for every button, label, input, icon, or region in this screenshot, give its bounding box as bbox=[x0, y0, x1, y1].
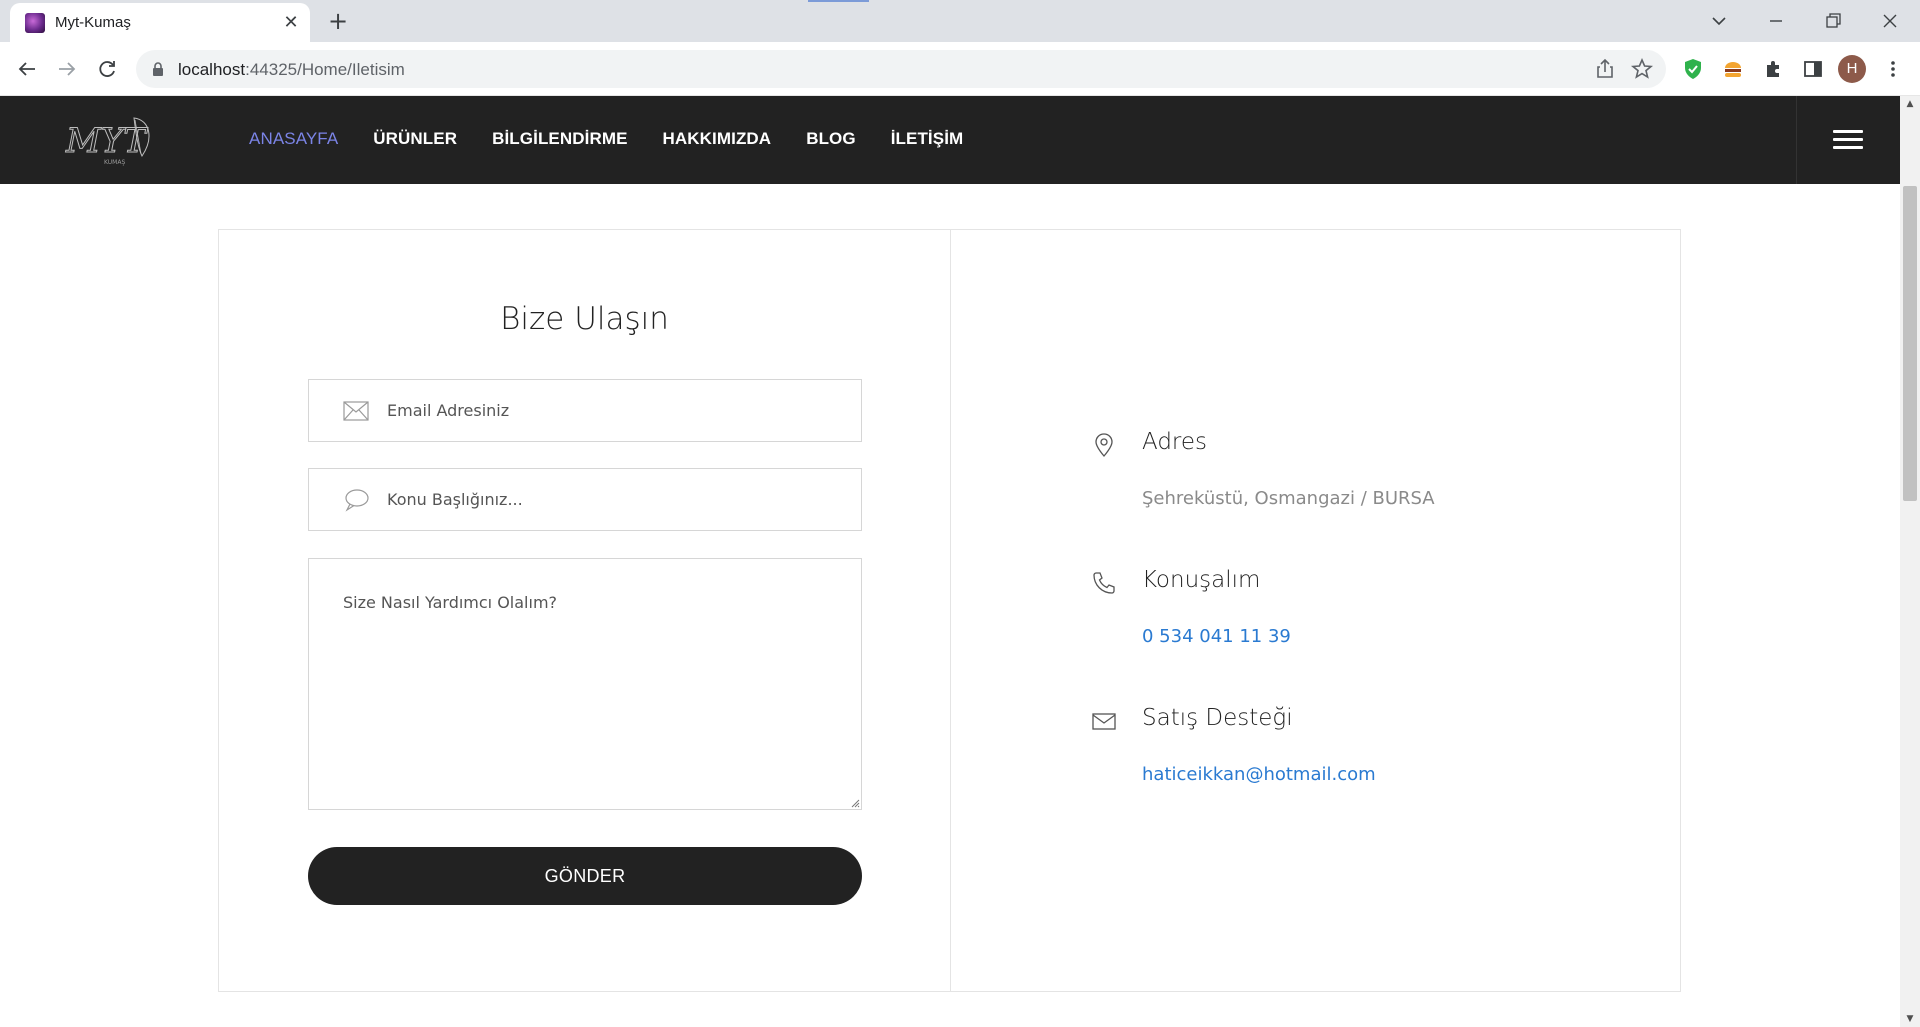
phone-title: Konuşalım bbox=[1142, 567, 1261, 593]
browser-toolbar: localhost:44325/Home/Iletisim H bbox=[0, 42, 1920, 96]
address-title: Adres bbox=[1142, 429, 1208, 455]
scroll-up-arrow-icon[interactable]: ▲ bbox=[1900, 96, 1920, 112]
email-field[interactable]: Email Adresiniz bbox=[308, 379, 862, 442]
restore-icon[interactable] bbox=[1818, 6, 1848, 36]
phone-icon bbox=[1093, 572, 1115, 594]
submit-button[interactable]: GÖNDER bbox=[308, 847, 862, 905]
site-favicon-icon bbox=[25, 13, 45, 33]
address-bar[interactable]: localhost:44325/Home/Iletisim bbox=[136, 50, 1666, 88]
address-value: Şehreküstü, Osmangazi / BURSA bbox=[1142, 488, 1435, 509]
subject-placeholder: Konu Başlığınız... bbox=[387, 490, 523, 509]
page-scrollbar[interactable]: ▲ ▼ bbox=[1900, 96, 1920, 1027]
main-nav: ANASAYFA ÜRÜNLER BİLGİLENDİRME HAKKIMIZD… bbox=[249, 129, 998, 149]
support-email-link[interactable]: haticeikkan@hotmail.com bbox=[1142, 764, 1376, 785]
tab-title: Myt-Kumaş bbox=[55, 14, 131, 31]
hamburger-menu-icon[interactable] bbox=[1833, 130, 1863, 150]
lock-icon[interactable] bbox=[151, 61, 165, 77]
phone-link[interactable]: 0 534 041 11 39 bbox=[1142, 626, 1291, 647]
page-viewport: MYT KUMAŞ ANASAYFA ÜRÜNLER BİLGİLENDİRME… bbox=[0, 96, 1920, 1027]
mail-icon bbox=[1092, 713, 1116, 730]
new-tab-icon[interactable]: + bbox=[325, 8, 351, 34]
close-window-icon[interactable] bbox=[1875, 6, 1905, 36]
browser-tabstrip: Myt-Kumaş ✕ + bbox=[0, 0, 1920, 42]
form-title: Bize Ulaşın bbox=[500, 301, 669, 337]
menu-toggle-area bbox=[1796, 96, 1901, 184]
email-placeholder: Email Adresiniz bbox=[387, 401, 510, 420]
minimize-icon[interactable] bbox=[1761, 6, 1791, 36]
nav-item-bilgilendirme[interactable]: BİLGİLENDİRME bbox=[492, 129, 627, 149]
subject-field[interactable]: Konu Başlığınız... bbox=[308, 468, 862, 531]
profile-avatar[interactable]: H bbox=[1838, 55, 1866, 83]
nav-item-anasayfa[interactable]: ANASAYFA bbox=[249, 129, 338, 149]
card-divider bbox=[950, 230, 951, 991]
side-panel-icon[interactable] bbox=[1799, 55, 1827, 83]
extensions-puzzle-icon[interactable] bbox=[1759, 55, 1787, 83]
tab-close-icon[interactable]: ✕ bbox=[280, 12, 302, 34]
resize-grip-icon[interactable] bbox=[850, 798, 860, 808]
browser-menu-icon[interactable] bbox=[1879, 55, 1907, 83]
svg-text:MYT: MYT bbox=[65, 121, 148, 161]
shield-extension-icon[interactable] bbox=[1679, 55, 1707, 83]
tab-drag-indicator bbox=[808, 0, 869, 2]
share-icon[interactable] bbox=[1591, 55, 1619, 83]
reload-icon[interactable] bbox=[92, 54, 122, 84]
message-textarea[interactable]: Size Nasıl Yardımcı Olalım? bbox=[308, 558, 862, 810]
support-title: Satış Desteği bbox=[1142, 705, 1293, 731]
nav-item-iletisim[interactable]: İLETİŞİM bbox=[891, 129, 964, 149]
back-icon[interactable] bbox=[12, 54, 42, 84]
bookmark-star-icon[interactable] bbox=[1628, 55, 1656, 83]
contact-card: Bize Ulaşın Email Adresiniz Konu Başlığı… bbox=[218, 229, 1681, 992]
svg-text:KUMAŞ: KUMAŞ bbox=[104, 159, 125, 166]
url-text: localhost:44325/Home/Iletisim bbox=[178, 60, 405, 79]
message-placeholder: Size Nasıl Yardımcı Olalım? bbox=[343, 593, 558, 612]
nav-item-blog[interactable]: BLOG bbox=[806, 129, 856, 149]
site-logo[interactable]: MYT KUMAŞ bbox=[64, 112, 160, 168]
burger-extension-icon[interactable] bbox=[1719, 55, 1747, 83]
scroll-down-arrow-icon[interactable]: ▼ bbox=[1900, 1011, 1920, 1027]
envelope-icon bbox=[343, 401, 369, 421]
nav-item-hakkimizda[interactable]: HAKKIMIZDA bbox=[663, 129, 772, 149]
speech-bubble-icon bbox=[345, 489, 369, 512]
scrollbar-thumb[interactable] bbox=[1903, 186, 1917, 501]
site-header: MYT KUMAŞ ANASAYFA ÜRÜNLER BİLGİLENDİRME… bbox=[0, 96, 1900, 184]
browser-tab[interactable]: Myt-Kumaş ✕ bbox=[10, 3, 310, 42]
tab-search-icon[interactable] bbox=[1704, 6, 1734, 36]
forward-icon[interactable] bbox=[52, 54, 82, 84]
nav-item-urunler[interactable]: ÜRÜNLER bbox=[373, 129, 457, 149]
location-pin-icon bbox=[1095, 433, 1113, 457]
